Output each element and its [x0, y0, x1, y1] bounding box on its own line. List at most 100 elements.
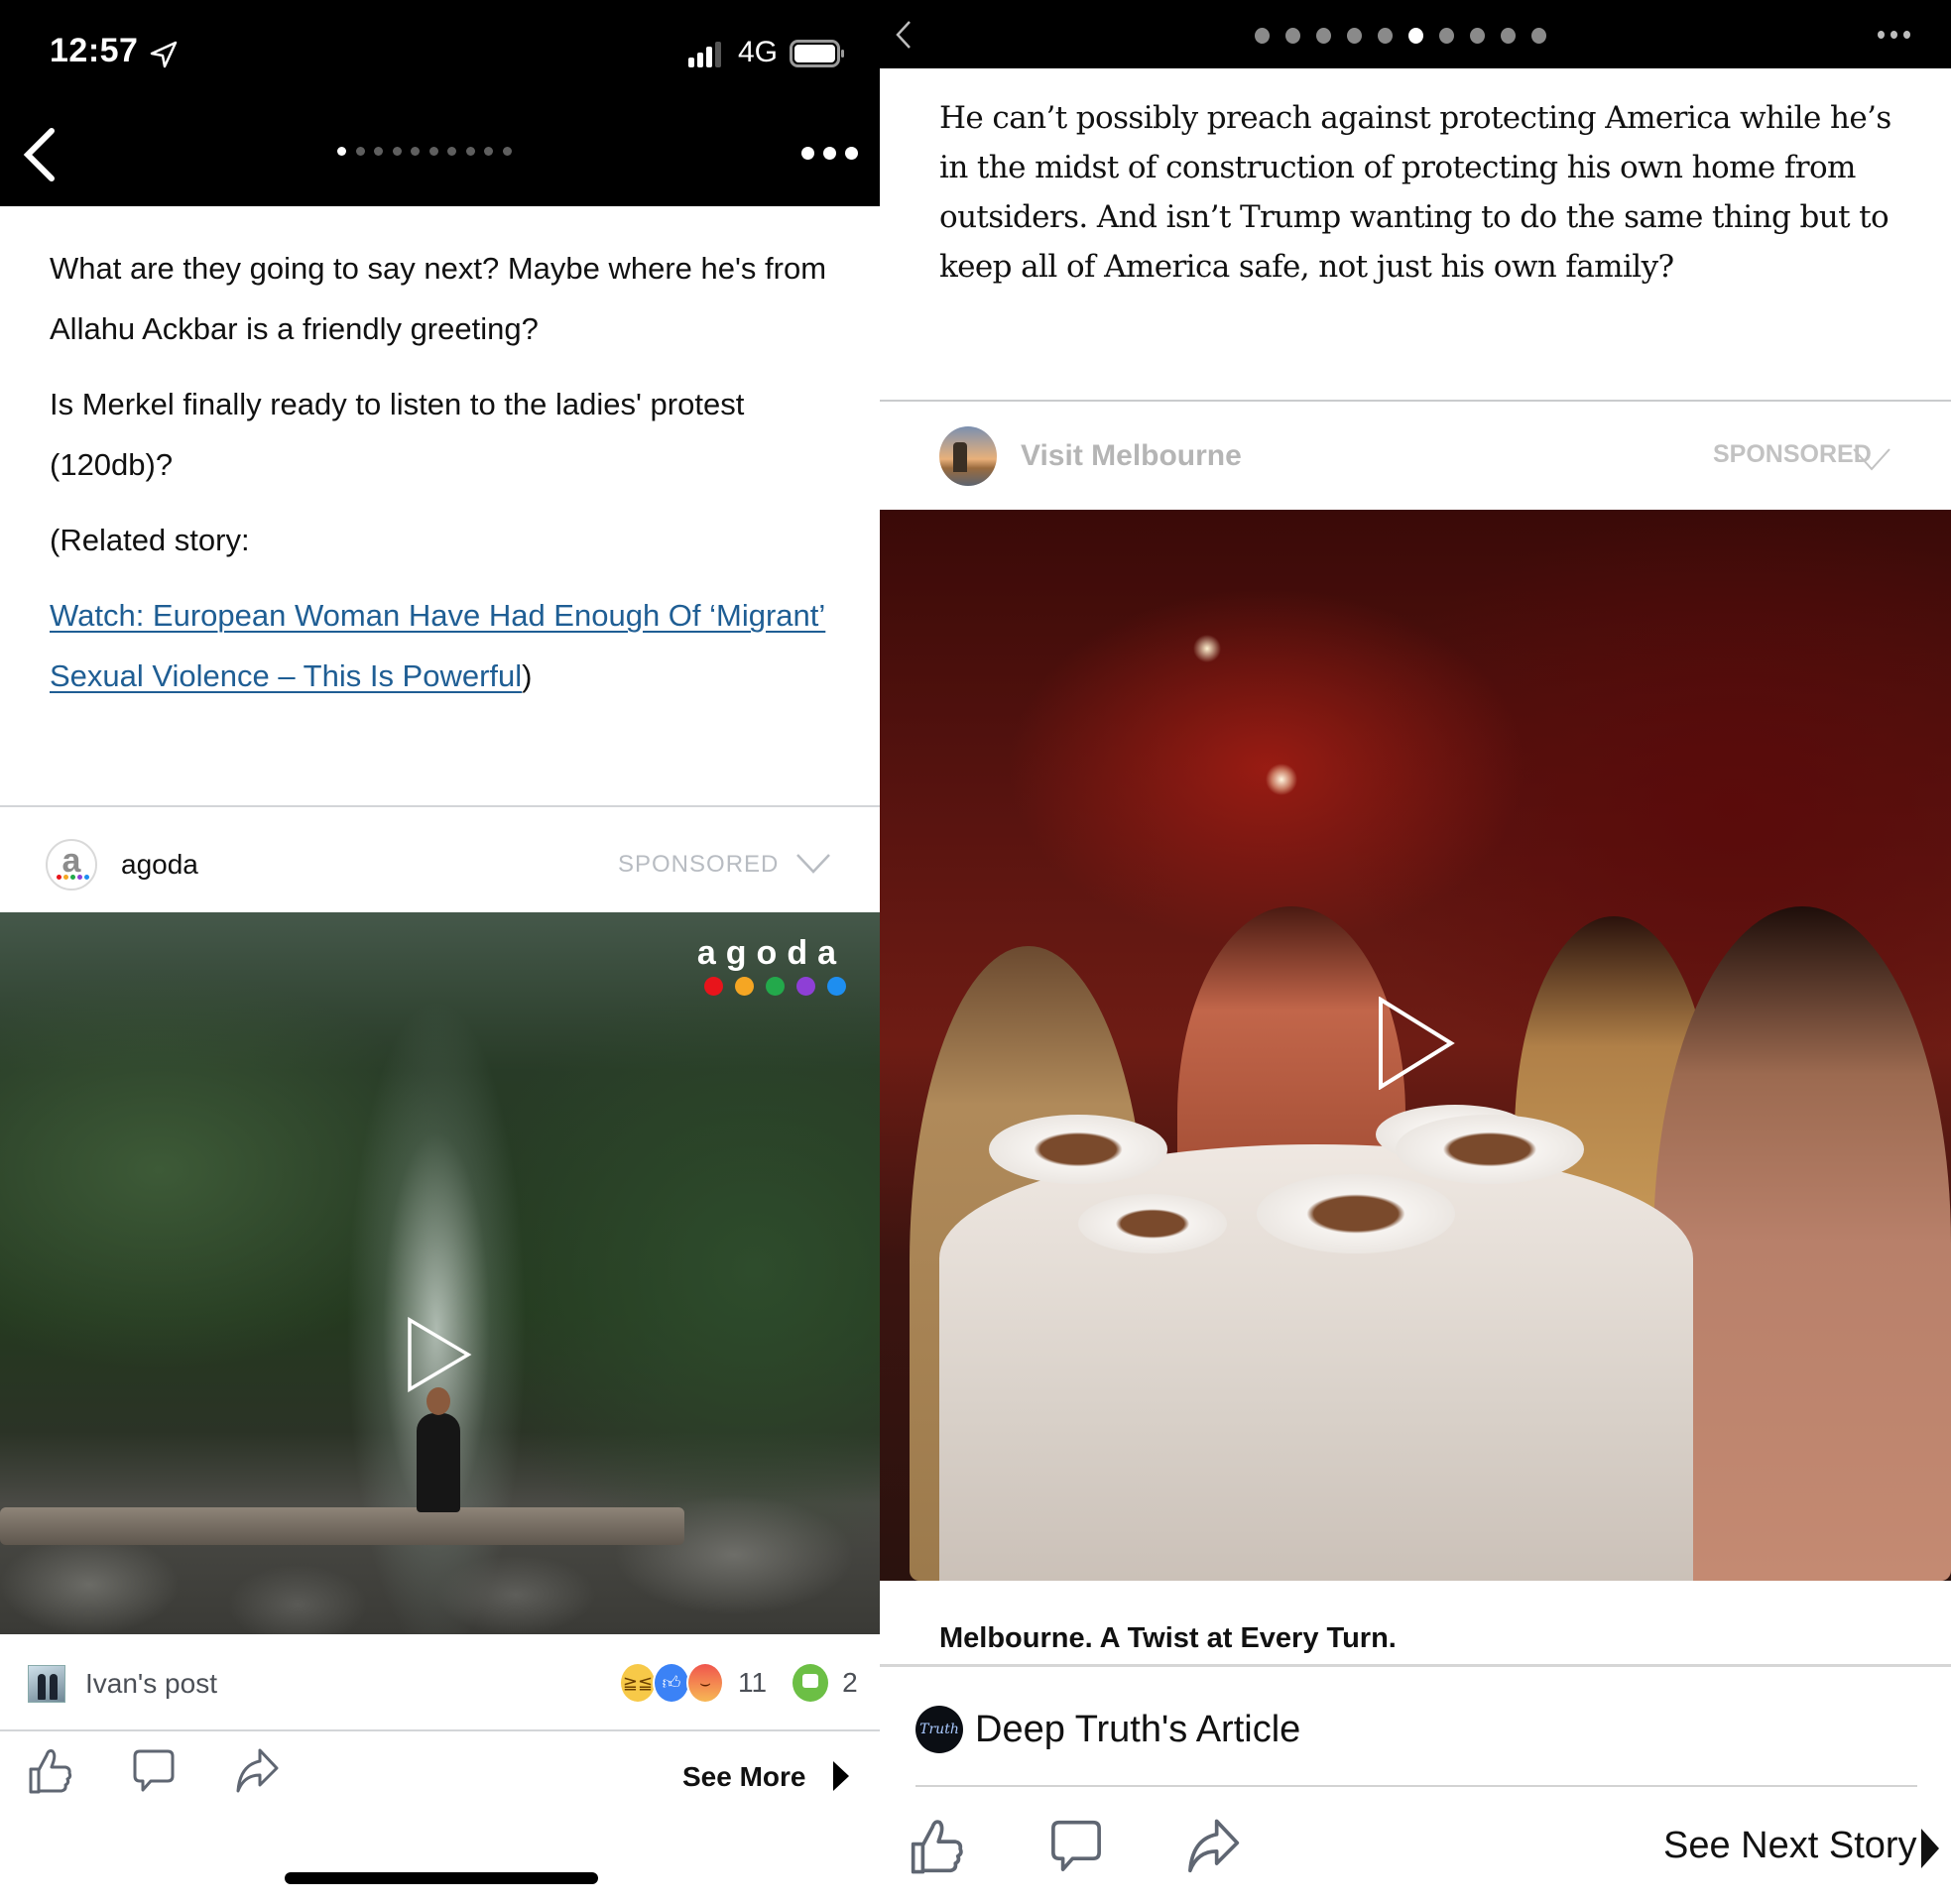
ad-header: a agoda SPONSORED — [46, 831, 839, 898]
reactions-summary[interactable]: ≧≦ 👍︎ ⌣ 11 2 — [619, 1662, 858, 1704]
article-paragraph: Is Merkel finally ready to listen to the… — [50, 387, 745, 482]
ad-header: Visit Melbourne SPONSORED — [939, 426, 1891, 486]
post-label[interactable]: Ivan's post — [85, 1668, 217, 1700]
ad-caption[interactable]: Melbourne. A Twist at Every Turn. — [939, 1622, 1397, 1655]
chevron-down-icon[interactable] — [795, 853, 831, 875]
left-screen: 12:57 4G What are they going to say next… — [0, 0, 880, 1904]
brand-dot — [796, 977, 815, 996]
comment-icon[interactable] — [1048, 1817, 1104, 1876]
back-button[interactable] — [20, 127, 60, 182]
page-dot[interactable] — [1347, 28, 1362, 44]
source-avatar: Truth — [915, 1706, 963, 1753]
chevron-down-icon[interactable] — [1852, 446, 1891, 472]
log-scenery — [0, 1507, 684, 1545]
comment-count: 2 — [842, 1667, 858, 1698]
plate — [1396, 1115, 1584, 1184]
see-next-story-button[interactable]: See Next Story — [1663, 1825, 1917, 1867]
more-button[interactable] — [801, 147, 858, 160]
arrow-right-icon[interactable] — [1919, 1827, 1941, 1870]
brand-dots — [57, 875, 89, 880]
divider — [0, 805, 880, 807]
play-icon[interactable] — [407, 1317, 472, 1392]
home-indicator[interactable] — [285, 1872, 598, 1884]
article-body: He can’t possibly preach against protect… — [939, 100, 1891, 285]
page-dot[interactable] — [1470, 28, 1485, 44]
article-source[interactable]: Truth Deep Truth's Article — [915, 1706, 1300, 1753]
person-figure — [417, 1387, 460, 1512]
brand-dot — [63, 875, 68, 880]
page-dot[interactable] — [1285, 28, 1300, 44]
back-button[interactable] — [894, 20, 914, 50]
link-suffix: ) — [522, 658, 533, 693]
arrow-right-icon[interactable] — [831, 1759, 851, 1793]
brand-dot — [735, 977, 754, 996]
page-dot[interactable] — [1439, 28, 1454, 44]
action-bar: See Next Story — [910, 1817, 1939, 1882]
advertiser-avatar[interactable] — [939, 426, 997, 486]
ad-video-thumbnail[interactable]: agoda — [0, 912, 880, 1634]
share-icon[interactable] — [1185, 1817, 1241, 1876]
advertiser-name[interactable]: Visit Melbourne — [1021, 439, 1242, 473]
page-dot[interactable] — [355, 147, 365, 156]
related-story: Watch: European Woman Have Had Enough Of… — [50, 585, 843, 706]
thumbs-up-icon[interactable] — [28, 1747, 73, 1795]
brand-wordmark: agoda — [696, 934, 846, 972]
diner-figure — [1653, 906, 1951, 1581]
post-footer: Ivan's post ≧≦ 👍︎ ⌣ 11 2 — [28, 1654, 858, 1714]
plate — [989, 1115, 1167, 1184]
cellular-signal-icon — [688, 42, 721, 67]
poster-avatar[interactable] — [28, 1665, 65, 1703]
comment-count-icon — [793, 1664, 829, 1702]
more-button[interactable] — [1878, 31, 1910, 39]
location-arrow-icon — [150, 41, 178, 68]
advertiser-avatar[interactable]: a — [46, 839, 97, 891]
plate — [1257, 1174, 1455, 1253]
brand-dot — [57, 875, 61, 880]
more-horizontal-icon — [801, 147, 814, 160]
page-dot[interactable] — [374, 147, 383, 156]
brand-dot — [704, 977, 723, 996]
source-label[interactable]: Deep Truth's Article — [975, 1709, 1300, 1751]
see-more-button[interactable]: See More — [682, 1761, 806, 1793]
brand-dot — [84, 875, 89, 880]
page-indicator — [337, 147, 512, 156]
divider — [915, 1785, 1917, 1787]
page-dot-active[interactable] — [1408, 28, 1423, 44]
page-dot[interactable] — [428, 147, 438, 156]
brand-color-dots — [697, 977, 846, 996]
article-paragraph: What are they going to say next? Maybe w… — [50, 251, 827, 346]
more-horizontal-icon — [1878, 31, 1885, 39]
page-dot[interactable] — [447, 147, 456, 156]
play-icon[interactable] — [1378, 997, 1455, 1090]
brand-dot — [766, 977, 785, 996]
article-paragraph: (Related story: — [50, 523, 250, 557]
action-bar: See More — [28, 1747, 851, 1807]
page-dot[interactable] — [411, 147, 420, 156]
comment-icon[interactable] — [131, 1747, 177, 1795]
like-reaction-icon: 👍︎ — [653, 1662, 690, 1704]
battery-icon — [790, 40, 844, 67]
page-dot[interactable] — [502, 147, 512, 156]
ad-video-thumbnail[interactable] — [880, 510, 1951, 1581]
page-dot[interactable] — [484, 147, 493, 156]
brand-dot — [827, 977, 846, 996]
top-bar: 12:57 4G — [0, 0, 880, 206]
brand-dot — [77, 875, 82, 880]
page-dot[interactable] — [1501, 28, 1516, 44]
divider — [0, 1729, 880, 1731]
page-dot-active[interactable] — [337, 147, 346, 156]
reaction-count: 11 — [738, 1667, 768, 1698]
page-dot[interactable] — [392, 147, 402, 156]
page-dot[interactable] — [465, 147, 475, 156]
related-story-link[interactable]: Watch: European Woman Have Had Enough Of… — [50, 598, 825, 693]
right-screen: He can’t possibly preach against protect… — [880, 0, 1951, 1904]
page-dot[interactable] — [1531, 28, 1546, 44]
share-icon[interactable] — [234, 1747, 280, 1795]
angry-reaction-icon: ⌣ — [686, 1662, 724, 1704]
page-dot[interactable] — [1316, 28, 1331, 44]
page-dot[interactable] — [1378, 28, 1393, 44]
advertiser-name[interactable]: agoda — [121, 849, 198, 881]
page-dot[interactable] — [1255, 28, 1270, 44]
thumbs-up-icon[interactable] — [910, 1817, 965, 1876]
brand-logo: agoda — [697, 934, 846, 996]
